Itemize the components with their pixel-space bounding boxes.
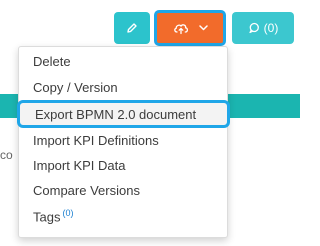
- export-dropdown-button[interactable]: [154, 10, 226, 46]
- export-dropdown-menu: Delete Copy / Version Export BPMN 2.0 do…: [17, 46, 230, 238]
- comments-button[interactable]: (0): [232, 12, 294, 44]
- menu-item-copy-version[interactable]: Copy / Version: [33, 80, 118, 95]
- menu-item-import-kpi-data[interactable]: Import KPI Data: [33, 158, 125, 173]
- menu-item-tags[interactable]: Tags (0): [33, 208, 73, 224]
- menu-item-delete[interactable]: Delete: [33, 54, 71, 69]
- background-text-fragment: co: [0, 148, 13, 162]
- menu-item-import-kpi-definitions[interactable]: Import KPI Definitions: [33, 133, 159, 148]
- tags-count-badge: (0): [62, 208, 74, 218]
- menu-item-label: Tags: [33, 209, 61, 225]
- menu-item-compare-versions[interactable]: Compare Versions: [33, 183, 140, 198]
- edit-button[interactable]: [114, 12, 150, 44]
- cloud-upload-icon: [173, 21, 189, 35]
- menu-item-label: Export BPMN 2.0 document: [35, 106, 197, 122]
- chevron-down-icon: [198, 25, 208, 31]
- comments-count: (0): [263, 21, 279, 35]
- chat-bubble-icon: [248, 22, 260, 34]
- menu-item-export-bpmn[interactable]: Export BPMN 2.0 document: [17, 100, 230, 128]
- pencil-icon: [126, 22, 138, 34]
